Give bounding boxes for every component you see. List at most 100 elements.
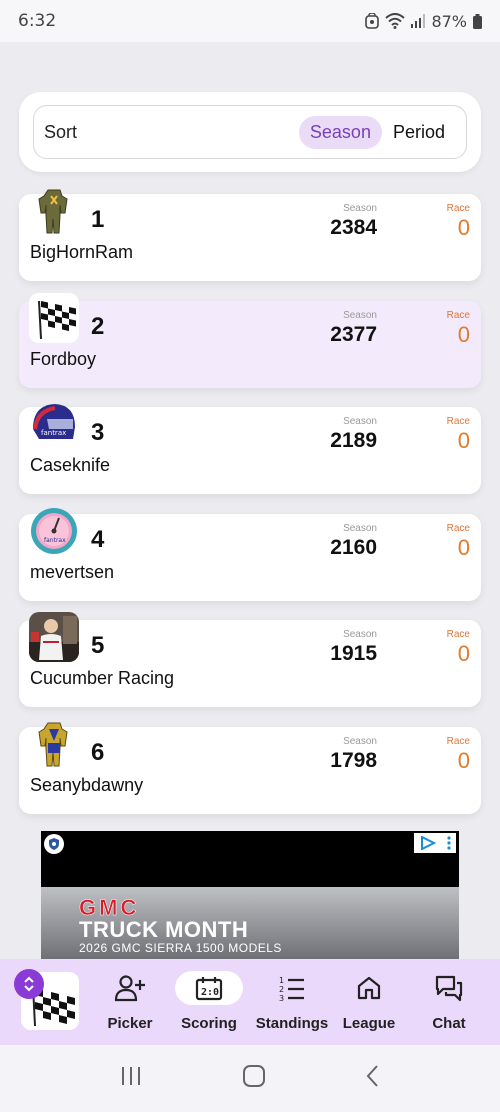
season-score: Season 2189 [330, 416, 377, 454]
svg-text:fantrax: fantrax [41, 429, 66, 437]
player-card[interactable]: fantrax 4 mevertsen Season 2160 Race 0 [19, 507, 481, 601]
signal-icon [411, 14, 426, 28]
status-time: 6:32 [18, 11, 57, 31]
status-bar: 6:32 87% [0, 0, 500, 42]
nav-label: Chat [432, 1015, 466, 1032]
home-icon [335, 971, 403, 1005]
season-label: Season [343, 522, 377, 534]
season-value: 2384 [330, 216, 377, 239]
nav-scoring[interactable]: 2:0 Scoring [168, 971, 250, 1039]
nav-label: Picker [107, 1015, 153, 1032]
ad-headline: TRUCK MONTH [79, 917, 249, 942]
season-value: 2377 [330, 322, 377, 346]
race-label: Race [446, 203, 470, 214]
race-label: Race [446, 629, 470, 641]
race-value: 0 [457, 641, 470, 667]
rank-number: 4 [91, 525, 105, 553]
battery-icon [473, 13, 482, 29]
season-score: Season 2377 [330, 310, 377, 348]
player-card[interactable]: 5 Cucumber Racing Season 1915 Race 0 [19, 612, 481, 708]
race-value: 0 [457, 747, 470, 773]
svg-text:fantrax: fantrax [44, 537, 66, 544]
gauge-icon: fantrax [29, 506, 79, 556]
race-value: 0 [457, 428, 470, 454]
system-nav [0, 1045, 500, 1112]
race-score: Race 0 [447, 629, 470, 667]
security-icon [365, 13, 380, 29]
svg-text:2: 2 [279, 985, 284, 994]
sort-option-period[interactable]: Period [382, 116, 456, 149]
sort-card: Sort Season Period [19, 92, 481, 172]
ad-choices-icon[interactable] [414, 833, 456, 853]
home-button-icon[interactable] [242, 1064, 266, 1093]
chat-bubbles-icon [415, 971, 483, 1005]
season-value: 1915 [330, 642, 377, 666]
race-score: Race 0 [447, 310, 470, 348]
season-label: Season [343, 735, 377, 747]
scoreboard-icon: 2:0 [175, 971, 243, 1005]
player-card[interactable]: 1 BigHornRam Season 2384 Race 0 [19, 189, 481, 281]
player-name: BigHornRam [30, 242, 134, 262]
ad-banner[interactable]: GMC TRUCK MONTH 2026 GMC SIERRA 1500 MOD… [41, 831, 459, 959]
sort-label: Sort [44, 121, 78, 142]
race-score: Race 0 [447, 736, 470, 774]
team-switch-icon[interactable] [14, 969, 44, 999]
helmet-icon: fantrax [29, 399, 79, 449]
season-value: 2160 [330, 535, 377, 559]
season-score: Season 2160 [330, 523, 377, 561]
status-icons: 87% [365, 12, 482, 31]
race-score: Race 0 [447, 416, 470, 454]
season-score: Season 1798 [330, 736, 377, 774]
nav-league[interactable]: League [328, 971, 410, 1039]
player-name: mevertsen [30, 561, 115, 582]
shield-icon [44, 834, 64, 854]
ranked-list-icon: 123 [258, 971, 326, 1005]
checkered-flag-icon [29, 292, 79, 343]
wifi-icon [385, 13, 406, 29]
rank-number: 2 [91, 312, 105, 340]
player-name: Caseknife [30, 455, 111, 476]
battery-percent: 87% [431, 11, 467, 31]
back-icon[interactable] [365, 1064, 381, 1093]
nav-picker[interactable]: Picker [89, 971, 171, 1039]
nav-label: Scoring [181, 1015, 237, 1032]
svg-text:3: 3 [279, 994, 284, 1002]
race-label: Race [446, 416, 470, 428]
nav-chat[interactable]: Chat [408, 971, 490, 1039]
race-value: 0 [457, 321, 470, 347]
nav-label: League [342, 1015, 396, 1032]
season-score: Season 1915 [330, 629, 377, 667]
season-value: 2189 [330, 429, 377, 453]
ad-subline: 2026 GMC SIERRA 1500 MODELS [79, 941, 282, 955]
nav-standings[interactable]: 123 Standings [251, 971, 333, 1039]
standings-list: 1 BigHornRam Season 2384 Race 0 2 Fordbo… [19, 189, 481, 834]
rank-number: 6 [91, 738, 105, 766]
bottom-nav: Picker 2:0 Scoring 123 Standings League … [0, 959, 500, 1045]
rank-number: 5 [91, 632, 105, 660]
sort-control: Sort Season Period [33, 105, 467, 159]
player-name: Fordboy [30, 348, 97, 369]
svg-text:2:0: 2:0 [201, 987, 219, 998]
rank-number: 3 [91, 419, 105, 447]
season-value: 1798 [330, 748, 377, 772]
race-value: 0 [457, 215, 470, 240]
season-label: Season [343, 416, 377, 428]
player-name: Seanybdawny [30, 774, 144, 795]
rank-number: 1 [91, 206, 105, 233]
player-name: Cucumber Racing [30, 668, 175, 689]
season-label: Season [343, 629, 377, 641]
recent-apps-icon[interactable] [119, 1065, 143, 1092]
firesuit-green-icon [29, 186, 79, 236]
race-label: Race [446, 522, 470, 534]
svg-text:1: 1 [279, 976, 284, 985]
player-card[interactable]: 6 Seanybdawny Season 1798 Race 0 [19, 722, 481, 814]
season-label: Season [343, 309, 377, 321]
sort-option-season[interactable]: Season [298, 115, 382, 149]
race-label: Race [446, 309, 470, 321]
photo-avatar [29, 612, 79, 663]
player-card[interactable]: 2 Fordboy Season 2377 Race 0 [19, 292, 481, 388]
season-score: Season 2384 [330, 203, 377, 241]
race-score: Race 0 [447, 203, 470, 241]
player-card[interactable]: fantrax 3 Caseknife Season 2189 Race 0 [19, 404, 481, 495]
race-value: 0 [457, 534, 470, 560]
